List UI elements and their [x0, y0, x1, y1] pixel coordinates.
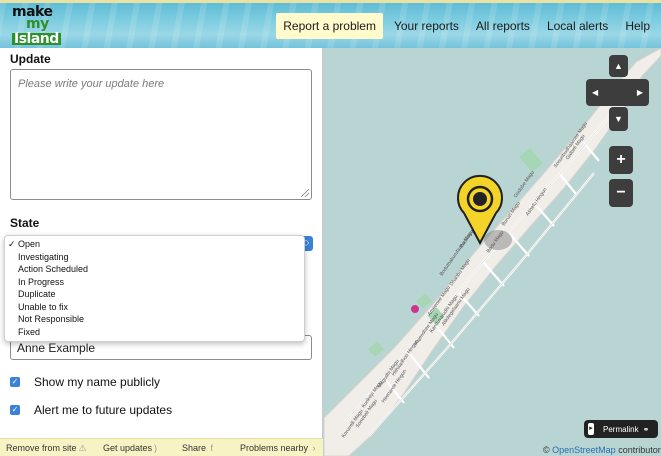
- update-textarea[interactable]: Please write your update here: [10, 69, 312, 200]
- link-icon: ⚭: [642, 424, 650, 434]
- copyright-symbol: ©: [543, 445, 550, 455]
- permalink-label: Permalink: [603, 424, 639, 434]
- pan-right-icon[interactable]: ▶: [637, 88, 643, 97]
- state-option[interactable]: In Progress: [5, 276, 304, 289]
- nav-help[interactable]: Help: [619, 13, 656, 39]
- remove-from-site-link[interactable]: Remove from site ⚠: [6, 443, 87, 454]
- osm-link[interactable]: OpenStreetMap: [552, 445, 616, 455]
- get-updates-link[interactable]: Get updates): [103, 443, 157, 453]
- state-option[interactable]: Not Responsible: [5, 313, 304, 326]
- attribution-suffix: contributors: [618, 445, 661, 455]
- show-name-label: Show my name publicly: [34, 375, 161, 389]
- state-label: State: [10, 216, 40, 230]
- permalink-button[interactable]: ▸ Permalink ⚭: [584, 420, 658, 438]
- map[interactable]: Sosunbudhaamee Magu Godube Magu Buruzi M…: [324, 48, 661, 456]
- pan-horizontal-bar: ◀ ▶: [586, 79, 649, 106]
- zoom-in-button[interactable]: +: [609, 146, 633, 174]
- state-option[interactable]: Fixed: [5, 326, 304, 339]
- state-option[interactable]: ✓ Open: [5, 238, 304, 251]
- rss-icon: ): [154, 443, 158, 453]
- state-option[interactable]: Duplicate: [5, 288, 304, 301]
- nav-all-reports[interactable]: All reports: [470, 13, 536, 39]
- map-attribution: © OpenStreetMap contributors: [543, 445, 661, 455]
- chevron-right-icon: ›: [310, 443, 316, 453]
- site-logo[interactable]: make my Island: [12, 5, 61, 48]
- nav-local-alerts[interactable]: Local alerts: [541, 13, 614, 39]
- alert-row[interactable]: ✓ Alert me to future updates: [10, 403, 172, 417]
- chevron-right-icon: ▸: [588, 423, 594, 435]
- sidebar: Update Please write your update here Sta…: [0, 48, 323, 456]
- report-actions-bar: Remove from site ⚠ Get updates) Share f P…: [0, 438, 323, 456]
- pan-up-icon[interactable]: ▲: [609, 55, 628, 77]
- main-nav: Report a problem Your reports All report…: [276, 13, 661, 39]
- state-option[interactable]: Unable to fix: [5, 301, 304, 314]
- update-label: Update: [10, 52, 51, 66]
- share-link[interactable]: Share f: [182, 443, 213, 453]
- site-header: make my Island Report a problem Your rep…: [0, 0, 661, 48]
- warning-icon: ⚠: [78, 443, 87, 453]
- state-option[interactable]: Investigating: [5, 251, 304, 264]
- pan-left-icon[interactable]: ◀: [592, 88, 598, 97]
- show-name-checkbox[interactable]: ✓: [10, 377, 20, 387]
- nav-your-reports[interactable]: Your reports: [388, 13, 465, 39]
- zoom-out-button[interactable]: −: [609, 179, 633, 207]
- alert-checkbox[interactable]: ✓: [10, 405, 20, 415]
- share-icon: f: [208, 443, 214, 453]
- state-dropdown[interactable]: ✓ Open Investigating Action Scheduled In …: [4, 235, 305, 342]
- update-placeholder: Please write your update here: [18, 78, 165, 90]
- pan-control: ▲ ◀ ▶ ▼: [586, 55, 649, 131]
- logo-word-3: Island: [12, 31, 61, 47]
- nav-report-problem[interactable]: Report a problem: [276, 13, 383, 39]
- checkmark-icon: ✓: [8, 239, 16, 249]
- problems-nearby-link[interactable]: Problems nearby ›: [240, 443, 316, 453]
- show-name-row[interactable]: ✓ Show my name publicly: [10, 375, 160, 389]
- alert-label: Alert me to future updates: [34, 403, 173, 417]
- state-option[interactable]: Action Scheduled: [5, 263, 304, 276]
- resize-handle-icon[interactable]: [301, 189, 309, 197]
- pan-down-icon[interactable]: ▼: [609, 107, 628, 131]
